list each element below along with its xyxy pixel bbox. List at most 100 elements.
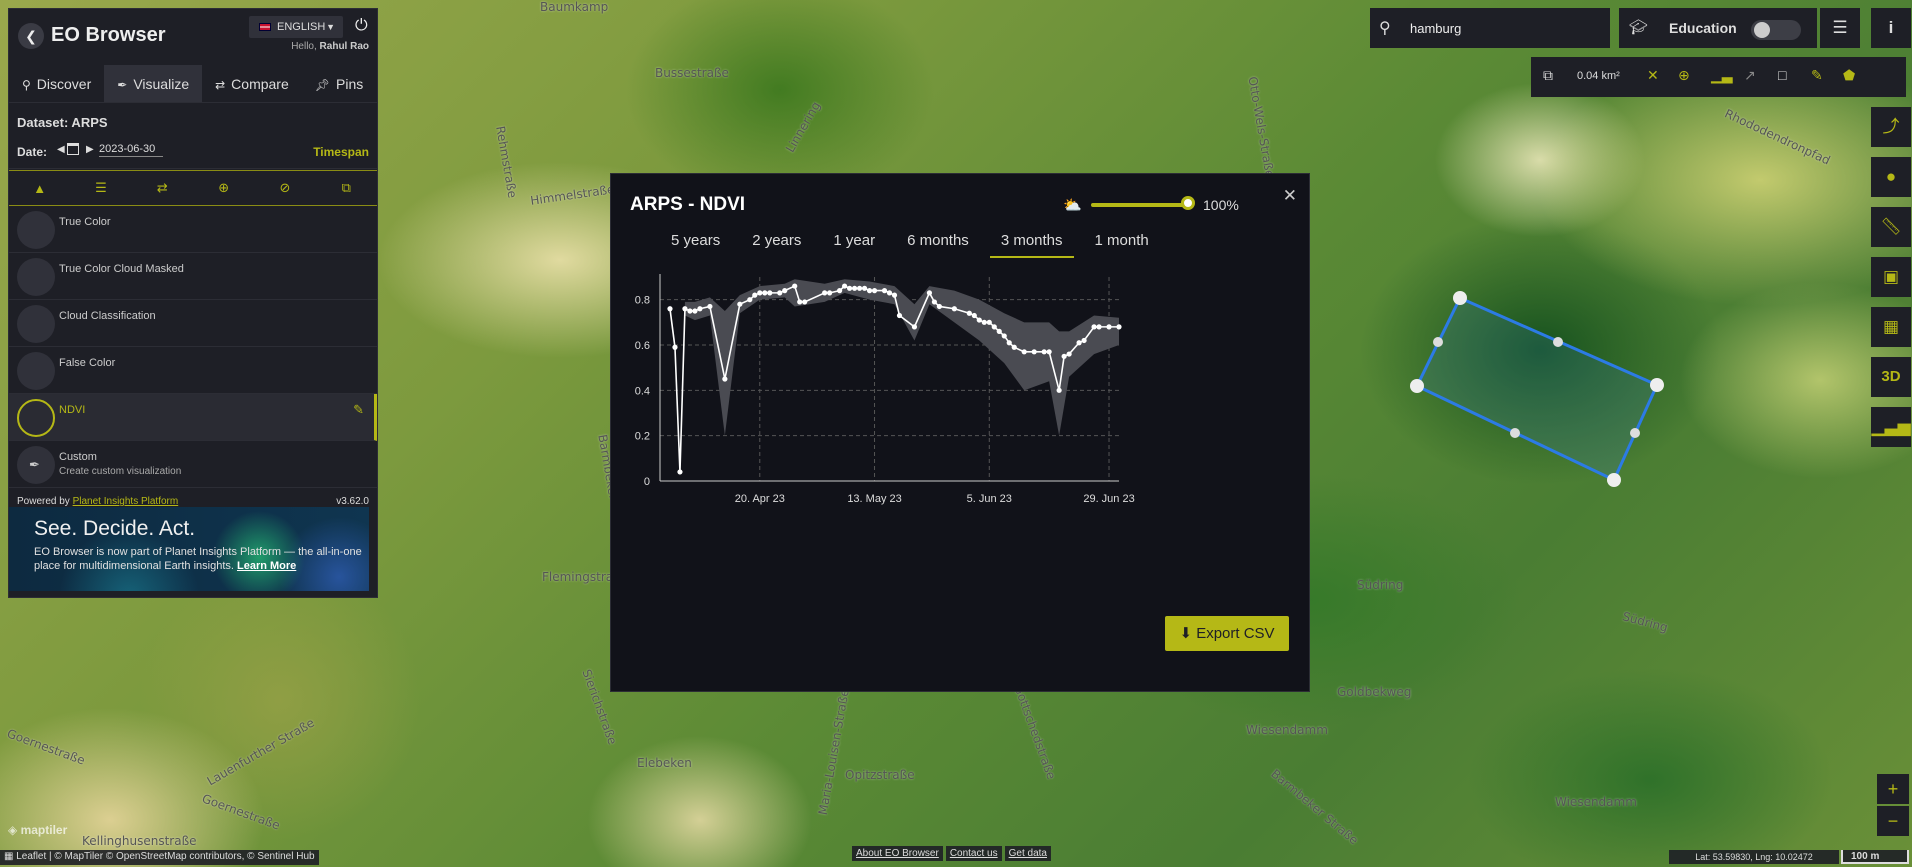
layers-icon[interactable]: ☰	[1820, 8, 1860, 48]
tab-visualize[interactable]: ✒ Visualize	[104, 65, 203, 102]
layer-item-cloud-classification[interactable]: Cloud Classification	[9, 300, 377, 347]
aoi-polygon[interactable]	[1414, 296, 1659, 483]
promo-banner: See. Decide. Act. EO Browser is now part…	[9, 507, 369, 591]
user-name: Rahul Rao	[319, 41, 369, 52]
ndvi-data-point	[891, 292, 898, 298]
get-data-link[interactable]: Get data	[1004, 846, 1051, 861]
scale-bar: 100 m	[1841, 850, 1909, 864]
image-download-icon[interactable]: ▣	[1871, 257, 1911, 297]
cloud-coverage-slider[interactable]	[1091, 203, 1191, 207]
eye-slash-icon[interactable]: ⊘	[270, 180, 300, 196]
aoi-midpoint[interactable]	[1433, 337, 1443, 347]
ndvi-data-point	[851, 285, 858, 291]
range-tab-1-month[interactable]: 1 month	[1084, 228, 1160, 258]
tab-compare[interactable]: ⇄ Compare	[202, 65, 302, 102]
paintbrush-icon: ✒	[29, 457, 40, 472]
aoi-area: 0.04 km²	[1577, 70, 1620, 82]
measure-line-icon[interactable]: ⤴	[1871, 107, 1911, 147]
ndvi-data-point	[762, 290, 768, 296]
search-input[interactable]	[1410, 14, 1600, 42]
3d-icon[interactable]: 3D	[1871, 357, 1911, 397]
contact-link[interactable]: Contact us	[945, 846, 1002, 861]
greeting-prefix: Hello,	[291, 41, 317, 52]
close-icon[interactable]: ✕	[1647, 67, 1659, 84]
aoi-toolbar: ⧉ 0.04 km² ✕ ⊕ ▁▃ ↗ □ ✎ ⬟	[1531, 57, 1906, 97]
layer-item-false-color[interactable]: False Color	[9, 347, 377, 394]
learn-more-link[interactable]: Learn More	[237, 560, 296, 572]
zoom-in-button[interactable]: +	[1877, 774, 1909, 804]
map-marker-icon[interactable]: ●	[1871, 157, 1911, 197]
date-input[interactable]: 2023-06-30	[99, 143, 163, 157]
range-tab-6-months[interactable]: 6 months	[896, 228, 980, 258]
aoi-vertex[interactable]	[1410, 379, 1424, 393]
about-link[interactable]: About EO Browser	[852, 846, 943, 861]
education-toggle[interactable]	[1751, 20, 1801, 40]
export-csv-button[interactable]: ⬇ Export CSV	[1165, 616, 1289, 651]
aoi-midpoint[interactable]	[1553, 337, 1563, 347]
info-icon[interactable]: i	[1871, 8, 1911, 48]
version-label: v3.62.0	[336, 496, 369, 507]
pencil-icon[interactable]: ✎	[1811, 67, 1823, 84]
layer-thumbnail	[17, 258, 55, 296]
next-date-icon[interactable]: ▶	[86, 144, 94, 155]
layer-item-true-color-cloud-masked[interactable]: True Color Cloud Masked	[9, 253, 377, 300]
collapse-panel-button[interactable]: ❮	[18, 23, 44, 49]
histogram-icon[interactable]: ▁▃▅	[1871, 407, 1911, 447]
sliders-icon[interactable]: ☰	[86, 180, 116, 196]
ndvi-data-point	[1061, 353, 1067, 359]
close-icon[interactable]: ✕	[1283, 186, 1297, 206]
line-chart-icon[interactable]: ↗	[1744, 67, 1756, 84]
search-icon: ⚲	[1379, 20, 1391, 37]
calendar-icon[interactable]	[67, 143, 79, 155]
film-icon[interactable]: ▦	[1871, 307, 1911, 347]
aoi-midpoint[interactable]	[1630, 428, 1640, 438]
bar-chart-icon[interactable]: ▁▃	[1711, 67, 1733, 84]
range-tabs: 5 years 2 years 1 year 6 months 3 months…	[660, 228, 1170, 258]
aoi-midpoint[interactable]	[1510, 428, 1520, 438]
x-tick-label: 5. Jun 23	[967, 493, 1012, 505]
layer-item-custom[interactable]: ✒ Custom Create custom visualization	[9, 441, 377, 488]
pin-icon[interactable]: ▲	[25, 181, 55, 196]
logout-power-icon[interactable]: ⏻	[355, 17, 368, 35]
range-tab-5-years[interactable]: 5 years	[660, 228, 731, 258]
aoi-vertex[interactable]	[1607, 473, 1621, 487]
rectangle-icon[interactable]: □	[1778, 67, 1786, 83]
range-tab-3-months[interactable]: 3 months	[989, 228, 1074, 258]
ndvi-data-point	[1076, 340, 1082, 346]
ndvi-data-point	[996, 328, 1002, 334]
x-tick-label: 29. Jun 23	[1083, 493, 1134, 505]
polygon-icon[interactable]: ⬟	[1843, 67, 1855, 84]
ndvi-data-point	[951, 306, 957, 312]
crosshair-icon[interactable]: ⊕	[209, 180, 239, 196]
cloud-sun-icon: ⛅	[1063, 197, 1082, 214]
ndvi-data-point	[1096, 324, 1102, 330]
layer-item-ndvi[interactable]: NDVI ✎	[9, 394, 377, 441]
compare-icon[interactable]: ⇄	[147, 180, 177, 196]
range-tab-1-year[interactable]: 1 year	[822, 228, 886, 258]
prev-date-icon[interactable]: ◀	[57, 144, 65, 155]
crosshair-icon[interactable]: ⊕	[1678, 67, 1690, 84]
zoom-out-button[interactable]: −	[1877, 806, 1909, 836]
language-selector[interactable]: ENGLISH ▼	[249, 16, 343, 38]
download-icon: ⬇	[1179, 625, 1193, 642]
copy-icon[interactable]: ⧉	[1543, 67, 1553, 84]
layer-name: True Color Cloud Masked	[59, 263, 184, 275]
range-tab-2-years[interactable]: 2 years	[741, 228, 812, 258]
layer-subtitle: Create custom visualization	[59, 466, 182, 477]
search-icon: ⚲	[22, 78, 31, 92]
tab-discover[interactable]: ⚲ Discover	[9, 65, 104, 102]
timespan-toggle[interactable]: Timespan	[313, 145, 369, 159]
education-mode: 🎓︎ Education	[1619, 8, 1817, 48]
ndvi-data-point	[737, 301, 743, 307]
slider-handle[interactable]	[1181, 196, 1195, 210]
powered-prefix: Powered by	[17, 496, 70, 507]
ruler-icon[interactable]: 📏︎	[1871, 207, 1911, 247]
tab-pins[interactable]: 📌︎ Pins	[302, 65, 376, 102]
planet-insights-link[interactable]: Planet Insights Platform	[73, 496, 179, 507]
layer-item-true-color[interactable]: True Color	[9, 206, 377, 253]
aoi-vertex[interactable]	[1650, 378, 1664, 392]
aoi-vertex[interactable]	[1453, 291, 1467, 305]
ndvi-data-point	[1031, 349, 1037, 355]
edit-icon[interactable]: ✎	[353, 402, 364, 418]
share-icon[interactable]: ⧉	[331, 180, 361, 196]
